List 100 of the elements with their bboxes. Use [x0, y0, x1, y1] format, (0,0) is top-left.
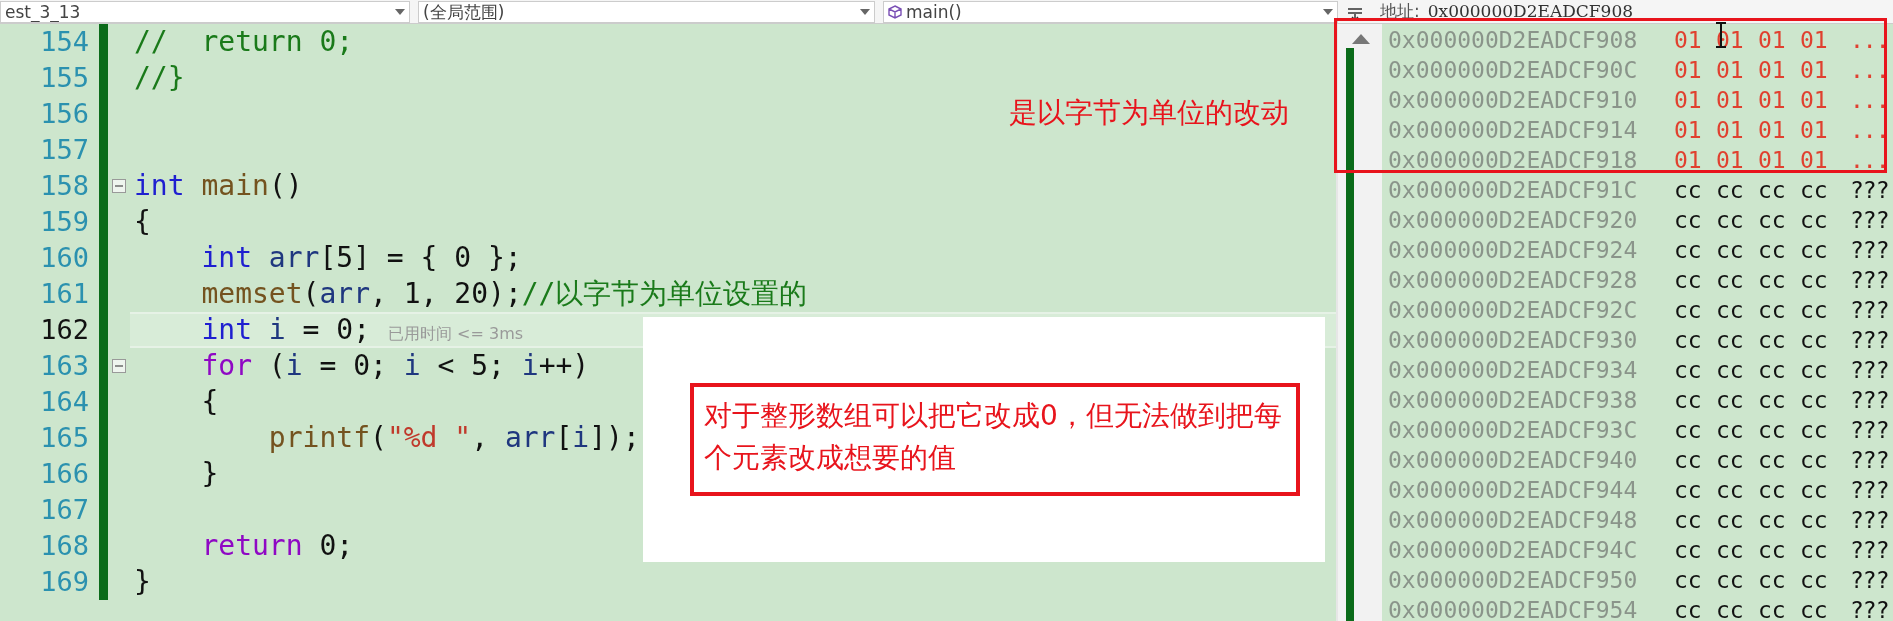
memory-address: 0x000000D2EADCF930: [1388, 326, 1639, 355]
byte-value: cc: [1758, 266, 1787, 295]
byte-value: cc: [1716, 386, 1745, 415]
annotation-text: 是以字节为单位的改动: [1009, 95, 1289, 131]
byte-value: cc: [1716, 266, 1745, 295]
line-number: 167: [39, 493, 90, 527]
memory-address: 0x000000D2EADCF938: [1388, 386, 1639, 415]
line-number: 165: [39, 421, 90, 455]
byte-value: cc: [1800, 386, 1829, 415]
code-line: memset(arr, 1, 20);//以字节为单位设置的: [200, 277, 808, 310]
ascii-text: ???: [1850, 476, 1889, 505]
byte-value: cc: [1758, 326, 1787, 355]
line-number: 160: [39, 241, 90, 275]
ascii-text: ???: [1850, 266, 1889, 295]
byte-value: cc: [1800, 356, 1829, 385]
byte-value: cc: [1674, 596, 1703, 621]
caret-icon: [395, 8, 405, 15]
byte-value: cc: [1674, 356, 1703, 385]
byte-value: cc: [1674, 476, 1703, 505]
byte-value: cc: [1800, 566, 1829, 595]
byte-value: cc: [1716, 536, 1745, 565]
code-line: for (i = 0; i < 5; i++): [200, 349, 590, 382]
memory-address: 0x000000D2EADCF908: [1388, 26, 1639, 55]
byte-value: cc: [1758, 536, 1787, 565]
ascii-text: ???: [1850, 206, 1889, 235]
byte-value: cc: [1674, 236, 1703, 265]
byte-value: cc: [1758, 506, 1787, 535]
byte-value: cc: [1800, 596, 1829, 621]
ascii-text: ???: [1850, 176, 1889, 205]
ascii-text: ???: [1850, 506, 1889, 535]
ascii-text: ...: [1850, 116, 1889, 145]
byte-value: cc: [1800, 416, 1829, 445]
byte-value: cc: [1800, 536, 1829, 565]
line-number: 163: [39, 349, 90, 383]
code-line: }: [134, 565, 151, 598]
code-line: {: [134, 205, 151, 238]
byte-value: cc: [1800, 236, 1829, 265]
elapsed-time-hint: 已用时间 <= 3ms: [388, 324, 524, 343]
ascii-text: ???: [1850, 296, 1889, 325]
byte-value: cc: [1674, 266, 1703, 295]
scroll-up-icon[interactable]: [1352, 34, 1370, 44]
byte-value: cc: [1758, 356, 1787, 385]
byte-value: cc: [1674, 446, 1703, 475]
line-number: 164: [39, 385, 90, 419]
line-number: 162: [39, 313, 90, 347]
dropdown[interactable]: (全局范围): [418, 0, 875, 23]
code-line: int arr[5] = { 0 };: [200, 241, 522, 274]
dropdown[interactable]: est_3_13: [0, 0, 410, 23]
byte-value: cc: [1716, 446, 1745, 475]
memory-address: 0x000000D2EADCF910: [1388, 86, 1639, 115]
byte-value: 01: [1800, 116, 1829, 145]
line-number: 157: [39, 133, 90, 167]
byte-value: cc: [1716, 506, 1745, 535]
ascii-text: ???: [1850, 236, 1889, 265]
byte-value: cc: [1758, 476, 1787, 505]
memory-address: 0x000000D2EADCF91C: [1388, 176, 1639, 205]
line-number: 158: [39, 169, 90, 203]
line-number: 154: [39, 25, 90, 59]
byte-value: 01: [1758, 26, 1787, 55]
byte-value: cc: [1758, 176, 1787, 205]
byte-value: cc: [1674, 326, 1703, 355]
byte-value: cc: [1674, 536, 1703, 565]
byte-value: cc: [1674, 506, 1703, 535]
caret-icon: [860, 8, 870, 15]
dropdown[interactable]: main(): [883, 0, 1338, 23]
ascii-text: ???: [1850, 596, 1889, 621]
byte-value: cc: [1800, 446, 1829, 475]
ascii-text: ???: [1850, 356, 1889, 385]
byte-value: 01: [1674, 26, 1703, 55]
ascii-text: ...: [1850, 26, 1889, 55]
memory-address: 0x000000D2EADCF918: [1388, 146, 1639, 175]
collapse-icon[interactable]: [112, 179, 126, 193]
byte-value: 01: [1758, 56, 1787, 85]
ascii-text: ???: [1850, 326, 1889, 355]
line-number: 161: [39, 277, 90, 311]
cube-icon: [888, 4, 902, 19]
memory-address: 0x000000D2EADCF924: [1388, 236, 1639, 265]
memory-address: 0x000000D2EADCF92C: [1388, 296, 1639, 325]
byte-value: 01: [1800, 146, 1829, 175]
byte-value: 01: [1674, 86, 1703, 115]
byte-value: cc: [1716, 476, 1745, 505]
byte-value: cc: [1716, 206, 1745, 235]
line-number: 159: [39, 205, 90, 239]
ascii-text: ???: [1850, 446, 1889, 475]
byte-value: cc: [1758, 566, 1787, 595]
byte-value: cc: [1758, 446, 1787, 475]
line-number: 168: [39, 529, 90, 563]
address-field[interactable]: 0x000000D2EADCF908: [1427, 0, 1634, 25]
byte-value: cc: [1716, 596, 1745, 621]
byte-value: cc: [1758, 416, 1787, 445]
byte-value: 01: [1800, 56, 1829, 85]
code-line: //}: [134, 61, 185, 94]
byte-value: cc: [1800, 476, 1829, 505]
byte-value: cc: [1716, 566, 1745, 595]
ascii-text: ???: [1850, 416, 1889, 445]
collapse-icon[interactable]: [112, 359, 126, 373]
byte-value: 01: [1674, 146, 1703, 175]
line-number: 155: [39, 61, 90, 95]
memory-address: 0x000000D2EADCF934: [1388, 356, 1639, 385]
memory-address: 0x000000D2EADCF914: [1388, 116, 1639, 145]
